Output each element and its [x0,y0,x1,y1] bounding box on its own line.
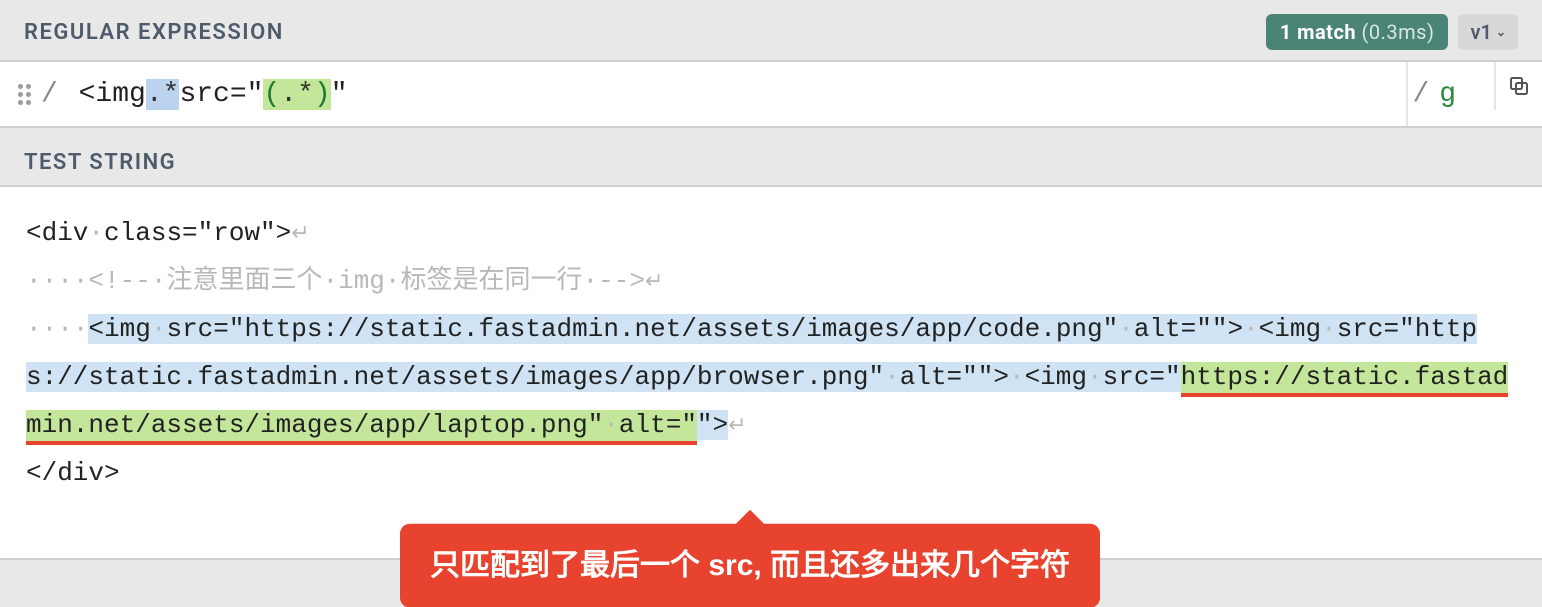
teststring-label: TEST STRING [0,128,1542,185]
match-count-badge: 1 match (0.3ms) [1266,14,1449,50]
regex-open-delimiter: / [41,79,58,110]
regex-flags[interactable]: g [1429,79,1476,110]
regex-pattern-input[interactable]: <img.*src="(.*)" [58,62,1407,126]
regex-input-row: / <img.*src="(.*)" / g [0,60,1542,128]
test-line: <div·class="row">↵ [26,209,1516,257]
regex-right-controls: / g [1406,62,1494,126]
regex-left-gutter: / [0,62,58,126]
header-right-controls: 1 match (0.3ms) v1 ⌄ [1266,14,1518,50]
regex-section-header: REGULAR EXPRESSION 1 match (0.3ms) v1 ⌄ [0,0,1542,60]
test-line: </div> [26,449,1516,497]
annotation-callout: 只匹配到了最后一个 src, 而且还多出来几个字符 [400,524,1100,607]
drag-handle-icon[interactable] [18,84,31,105]
test-line: ····<img·src="https://static.fastadmin.n… [26,305,1516,449]
copy-icon [1507,74,1531,98]
regex-label: REGULAR EXPRESSION [24,20,284,45]
regex-close-delimiter: / [1412,79,1429,110]
version-dropdown[interactable]: v1 ⌄ [1458,14,1518,50]
copy-regex-button[interactable] [1494,62,1542,110]
chevron-down-icon: ⌄ [1496,25,1506,39]
teststring-editor[interactable]: <div·class="row">↵ ····<!--·注意里面三个·img·标… [0,185,1542,560]
test-line: ····<!--·注意里面三个·img·标签是在同一行·-->↵ [26,257,1516,305]
